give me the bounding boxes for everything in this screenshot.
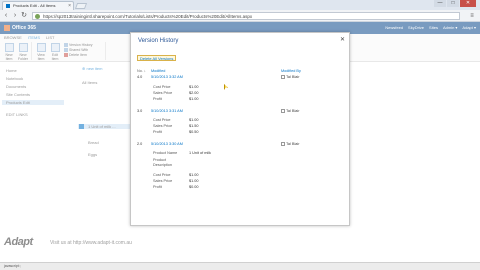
address-bar: ‹ › ↻ https://sp2013trainingintl.sharepo… <box>0 10 480 22</box>
field-name: Sales Price <box>153 179 173 183</box>
field-value: $1.00 <box>189 179 199 183</box>
url-text: https://sp2013trainingintl.sharepoint.co… <box>43 14 253 19</box>
presence-icon <box>281 75 285 79</box>
field-name: Profit <box>153 185 162 189</box>
modified-by-name[interactable]: Tal Blair <box>286 109 300 113</box>
field-value: $1.00 <box>189 173 199 177</box>
back-button[interactable]: ‹ <box>2 12 10 20</box>
minimize-button[interactable]: — <box>434 0 446 7</box>
dialog-title: Version History <box>138 38 179 44</box>
dialog-close-icon[interactable]: ✕ <box>340 36 345 43</box>
refresh-button[interactable]: ↻ <box>20 12 28 20</box>
modified-by: Tal Blair <box>281 142 300 146</box>
window-close-button[interactable]: ✕ <box>460 0 476 7</box>
field-name: Product Name <box>153 151 178 155</box>
col-header-modified-by[interactable]: Modified By <box>281 69 301 73</box>
modified-by: Tal Blair <box>281 109 300 113</box>
modified-by-name[interactable]: Tal Blair <box>286 75 300 79</box>
lock-icon <box>35 14 40 19</box>
version-number: 2.0 <box>137 142 143 146</box>
field-value: $0.50 <box>189 130 199 134</box>
field-value: $2.00 <box>189 91 199 95</box>
version-link[interactable]: 5/10/2013 3:31 AM <box>151 109 183 113</box>
delete-all-versions-button[interactable]: Delete All Versions <box>137 55 177 61</box>
sharepoint-icon <box>6 4 10 8</box>
browser-tabbar: Products Edit - All Items × — □ ✕ <box>0 0 480 10</box>
field-name: Cost Price <box>153 85 171 89</box>
field-value: $1.00 <box>189 85 199 89</box>
field-name: Cost Price <box>153 118 171 122</box>
field-value: $0.00 <box>189 185 199 189</box>
brand-url-text: Visit us at http://www.adapt-it.com.au <box>50 240 132 246</box>
tab-title: Products Edit - All Items <box>13 3 56 8</box>
tab-close-icon[interactable]: × <box>68 2 71 10</box>
field-name: Cost Price <box>153 173 171 177</box>
field-name: Profit <box>153 130 162 134</box>
col-header-no[interactable]: No. ↓ <box>137 69 146 73</box>
url-input[interactable]: https://sp2013trainingintl.sharepoint.co… <box>32 12 460 20</box>
maximize-button[interactable]: □ <box>447 0 459 7</box>
field-value: 1 Unit of milk <box>189 151 211 155</box>
modified-by-name[interactable]: Tal Blair <box>286 142 300 146</box>
browser-tab[interactable]: Products Edit - All Items × <box>2 1 74 10</box>
version-link[interactable]: 5/10/2013 3:30 AM <box>151 142 183 146</box>
field-name: Sales Price <box>153 91 173 95</box>
status-bar: javascript:; <box>0 262 480 270</box>
col-header-modified[interactable]: Modified <box>151 69 165 73</box>
version-link[interactable]: 5/10/2013 3:32 AM <box>151 75 183 79</box>
version-history-dialog: Version History ✕ Delete All Versions No… <box>130 32 350 226</box>
presence-icon <box>281 142 285 146</box>
version-number: 3.0 <box>137 109 143 113</box>
field-value: $1.00 <box>189 118 199 122</box>
field-value: $1.50 <box>189 124 199 128</box>
field-name: Profit <box>153 97 162 101</box>
browser-menu-button[interactable]: ≡ <box>468 12 476 20</box>
modified-by: Tal Blair <box>281 75 300 79</box>
forward-button[interactable]: › <box>11 12 19 20</box>
version-number: 4.0 <box>137 75 143 79</box>
new-tab-button[interactable] <box>74 3 88 9</box>
adapt-logo: Adapt <box>4 236 33 248</box>
field-name: Product Description <box>153 158 172 167</box>
window-controls: — □ ✕ <box>434 0 476 8</box>
field-name: Sales Price <box>153 124 173 128</box>
field-value: $1.00 <box>189 97 199 101</box>
presence-icon <box>281 109 285 113</box>
